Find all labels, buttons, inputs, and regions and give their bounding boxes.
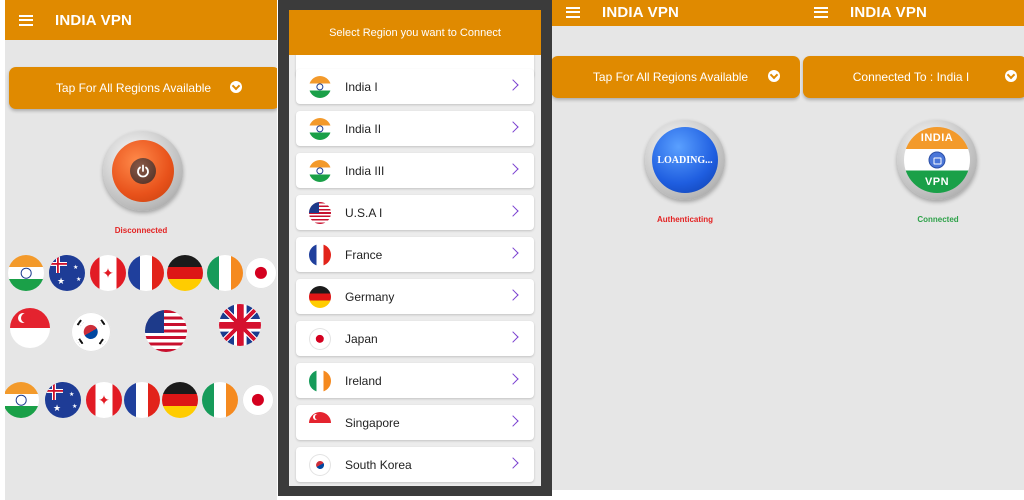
flag-france[interactable] xyxy=(124,382,160,418)
menu-icon[interactable] xyxy=(19,14,33,26)
chevron-right-icon xyxy=(507,415,519,427)
region-name: India II xyxy=(345,121,382,136)
region-name: France xyxy=(345,247,383,262)
region-row[interactable]: France xyxy=(296,237,534,272)
chevron-right-icon xyxy=(507,79,519,91)
flag-india xyxy=(309,159,331,182)
flag-canada[interactable]: ✦ xyxy=(90,255,126,291)
loading-indicator: LOADING... xyxy=(652,127,718,193)
badge-top-text: INDIA xyxy=(920,132,954,144)
app-title: INDIA VPN xyxy=(602,3,680,21)
power-icon xyxy=(130,158,156,184)
chevron-right-icon xyxy=(507,331,519,343)
flag-germany xyxy=(309,285,331,308)
dialog-title: Select Region you want to Connect xyxy=(289,10,541,55)
region-selection-screen: Select Region you want to Connect India … xyxy=(278,0,552,496)
flag-france xyxy=(309,243,331,266)
region-name: U.S.A I xyxy=(345,205,383,220)
flag-south-korea[interactable] xyxy=(71,312,111,352)
app-title: INDIA VPN xyxy=(850,3,928,21)
region-name: Japan xyxy=(345,331,378,346)
region-name: Germany xyxy=(345,289,395,304)
connection-status: Connected xyxy=(917,215,959,224)
flag-india xyxy=(309,75,331,98)
region-name: India I xyxy=(345,79,378,94)
region-name: Ireland xyxy=(345,373,382,388)
connection-status: Disconnected xyxy=(114,226,168,235)
flag-ireland[interactable] xyxy=(207,255,243,291)
connected-screen: INDIA VPN Connected To : India I INDIA V… xyxy=(800,0,1024,490)
flag-ireland xyxy=(309,369,331,392)
flag-singapore xyxy=(309,411,331,434)
region-name: India III xyxy=(345,163,385,178)
chevron-right-icon xyxy=(507,457,519,469)
region-dialog: Select Region you want to Connect India … xyxy=(289,10,541,486)
region-button-label: Connected To : India I xyxy=(852,70,970,84)
region-row[interactable]: India I xyxy=(296,69,534,104)
region-row[interactable]: South Korea xyxy=(296,447,534,482)
flag-ireland[interactable] xyxy=(202,382,238,418)
connect-power-button[interactable] xyxy=(103,131,183,211)
chevron-right-icon xyxy=(507,247,519,259)
region-row[interactable]: Japan xyxy=(296,321,534,356)
india-vpn-badge: INDIA VPN xyxy=(904,127,970,193)
flag-australia[interactable]: ★ ★ ★ xyxy=(49,255,85,291)
flag-uk[interactable] xyxy=(219,304,261,346)
region-row[interactable]: Germany xyxy=(296,279,534,314)
disconnect-button[interactable]: INDIA VPN xyxy=(897,120,977,200)
flag-japan xyxy=(309,327,331,350)
flag-germany[interactable] xyxy=(162,382,198,418)
region-row[interactable]: Singapore xyxy=(296,405,534,440)
chevron-down-icon xyxy=(768,70,780,82)
flag-usa[interactable] xyxy=(145,310,187,352)
connection-status: Authenticating xyxy=(657,215,713,224)
menu-icon[interactable] xyxy=(814,6,828,18)
chevron-right-icon xyxy=(507,289,519,301)
flag-japan[interactable] xyxy=(242,384,274,416)
region-select-button[interactable]: Tap For All Regions Available xyxy=(552,56,800,98)
app-bar: INDIA VPN xyxy=(552,0,800,26)
flag-canada[interactable]: ✦ xyxy=(86,382,122,418)
app-bar: INDIA VPN xyxy=(800,0,1024,26)
chevron-right-icon xyxy=(507,205,519,217)
badge-bottom-text: VPN xyxy=(924,176,950,188)
chevron-down-icon xyxy=(1005,70,1017,82)
chevron-down-icon xyxy=(230,81,242,93)
region-row[interactable]: India II xyxy=(296,111,534,146)
chevron-right-icon xyxy=(507,373,519,385)
lock-icon xyxy=(928,151,946,169)
chevron-right-icon xyxy=(507,121,519,133)
flag-france[interactable] xyxy=(128,255,164,291)
app-bar: INDIA VPN xyxy=(5,0,277,40)
flag-india[interactable] xyxy=(5,382,39,418)
menu-icon[interactable] xyxy=(566,6,580,18)
flag-usa xyxy=(309,201,331,224)
home-screen-disconnected: INDIA VPN Tap For All Regions Available … xyxy=(5,0,277,500)
region-name: South Korea xyxy=(345,457,412,472)
connect-button-loading[interactable]: LOADING... xyxy=(645,120,725,200)
flag-india xyxy=(309,117,331,140)
flag-india[interactable] xyxy=(8,255,44,291)
flag-south-korea xyxy=(309,453,331,476)
flag-japan[interactable] xyxy=(245,257,277,289)
flag-germany[interactable] xyxy=(167,255,203,291)
region-name: Singapore xyxy=(345,415,400,430)
region-row[interactable]: India III xyxy=(296,153,534,188)
flag-singapore[interactable] xyxy=(10,308,50,348)
region-button-label: Tap For All Regions Available xyxy=(55,81,212,95)
app-title: INDIA VPN xyxy=(55,11,133,29)
connecting-screen: INDIA VPN Tap For All Regions Available … xyxy=(552,0,800,490)
screenshot-collage: INDIA VPN Tap For All Regions Available … xyxy=(0,0,1024,500)
flag-australia[interactable]: ★ ★ ★ xyxy=(45,382,81,418)
region-row[interactable]: U.S.A I xyxy=(296,195,534,230)
region-select-button[interactable]: Connected To : India I xyxy=(803,56,1024,98)
chevron-right-icon xyxy=(507,163,519,175)
region-select-button[interactable]: Tap For All Regions Available xyxy=(9,67,277,109)
region-button-label: Tap For All Regions Available xyxy=(592,70,749,84)
region-row[interactable]: Ireland xyxy=(296,363,534,398)
